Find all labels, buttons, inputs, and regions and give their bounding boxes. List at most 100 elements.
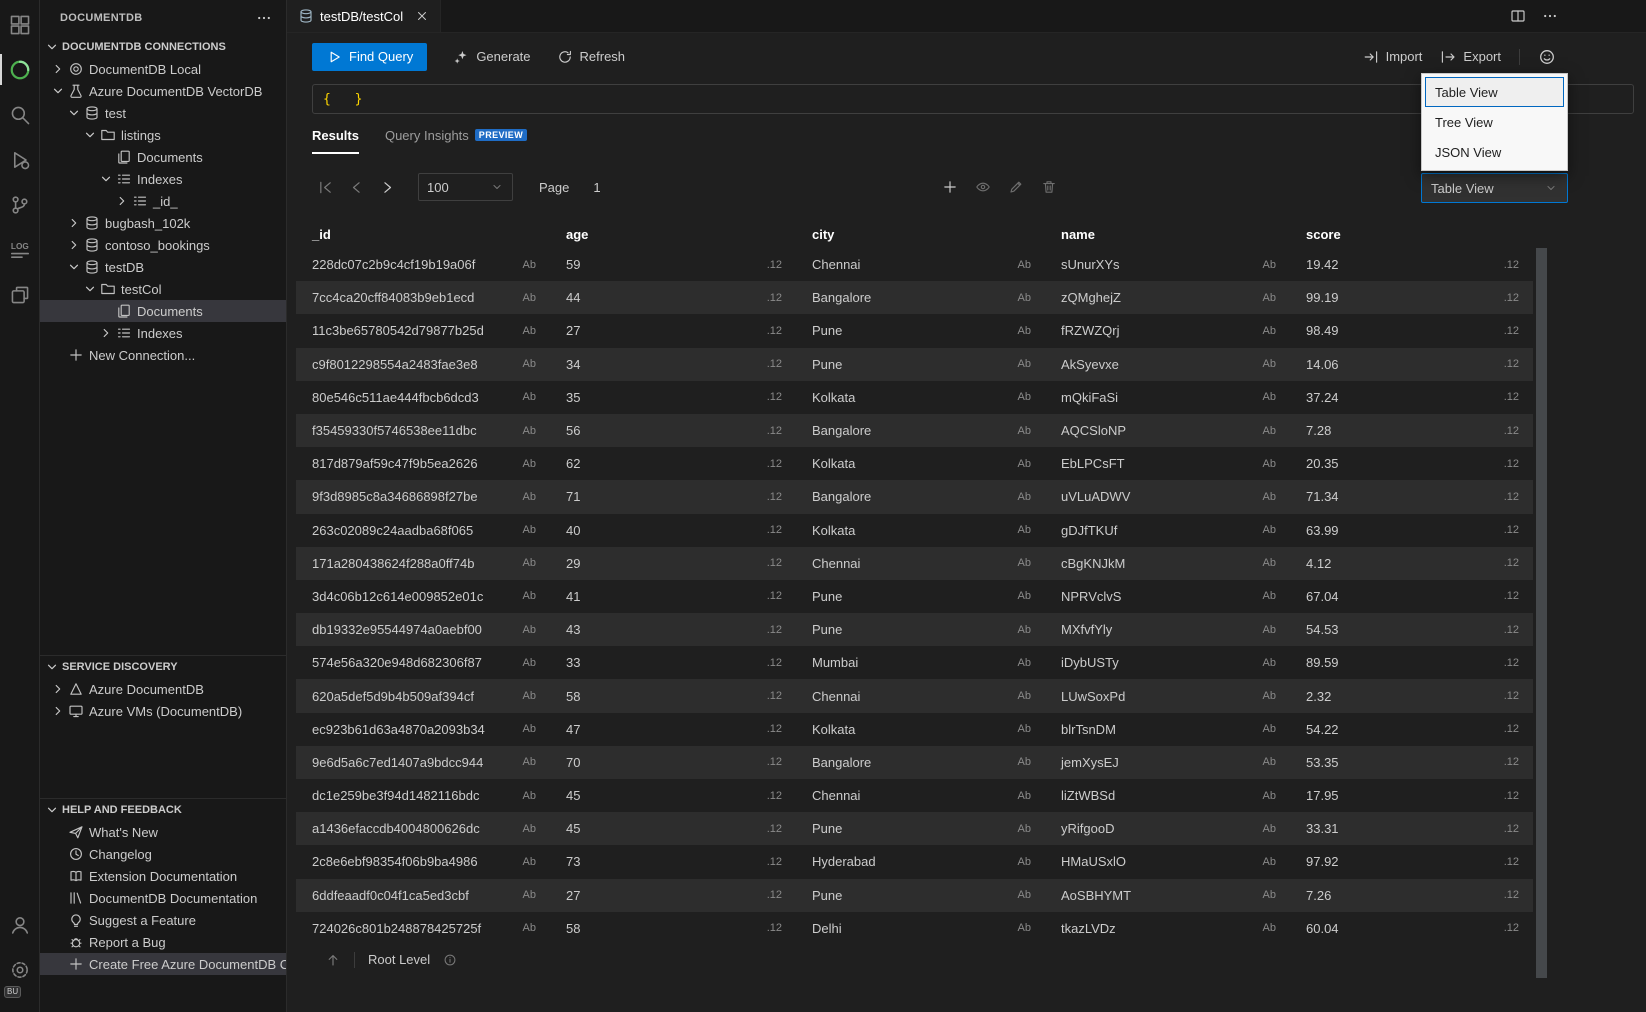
- section-header-help-and-feedback[interactable]: HELP AND FEEDBACK: [40, 799, 286, 821]
- cell-age[interactable]: 29.12: [550, 556, 796, 571]
- tree-item-test[interactable]: test: [40, 102, 286, 124]
- cell-city[interactable]: PuneAb: [796, 821, 1045, 836]
- page-size-select[interactable]: 100: [418, 173, 513, 201]
- cell-city[interactable]: MumbaiAb: [796, 655, 1045, 670]
- cell-name[interactable]: EbLPCsFTAb: [1045, 456, 1290, 471]
- cell-name[interactable]: gDJfTKUfAb: [1045, 523, 1290, 538]
- cell-name[interactable]: LUwSoxPdAb: [1045, 689, 1290, 704]
- view-select[interactable]: Table View: [1421, 173, 1568, 203]
- cell-age[interactable]: 35.12: [550, 390, 796, 405]
- tree-item-documentdb-documentation[interactable]: DocumentDB Documentation: [40, 887, 286, 909]
- cell-id[interactable]: 817d879af59c47f9b5ea2626Ab: [296, 456, 550, 471]
- tree-item-indexes[interactable]: Indexes: [40, 168, 286, 190]
- menu-item-json-view[interactable]: JSON View: [1425, 137, 1564, 167]
- cell-name[interactable]: tkazLVDzAb: [1045, 921, 1290, 936]
- find-query-button[interactable]: Find Query: [312, 43, 427, 71]
- cell-city[interactable]: DelhiAb: [796, 921, 1045, 936]
- cell-id[interactable]: 6ddfeaadf0c04f1ca5ed3cbfAb: [296, 888, 550, 903]
- cell-city[interactable]: ChennaiAb: [796, 788, 1045, 803]
- cell-score[interactable]: 4.12.12: [1290, 556, 1533, 571]
- table-row[interactable]: a1436efaccdb4004800626dcAb45.12PuneAbyRi…: [296, 812, 1533, 845]
- tree-item-suggest-a-feature[interactable]: Suggest a Feature: [40, 909, 286, 931]
- first-page-icon[interactable]: [317, 179, 334, 196]
- cell-id[interactable]: 2c8e6ebf98354f06b9ba4986Ab: [296, 854, 550, 869]
- cell-score[interactable]: 7.28.12: [1290, 423, 1533, 438]
- documentdb-view-item[interactable]: [0, 47, 40, 92]
- cell-name[interactable]: yRifgooDAb: [1045, 821, 1290, 836]
- cell-city[interactable]: KolkataAb: [796, 523, 1045, 538]
- cell-score[interactable]: 60.04.12: [1290, 921, 1533, 936]
- table-row[interactable]: 6ddfeaadf0c04f1ca5ed3cbfAb27.12PuneAbAoS…: [296, 879, 1533, 912]
- cell-name[interactable]: AkSyevxeAb: [1045, 357, 1290, 372]
- tab-query-insights[interactable]: Query Insights PREVIEW: [385, 118, 527, 154]
- cell-score[interactable]: 33.31.12: [1290, 821, 1533, 836]
- tree-item-indexes[interactable]: Indexes: [40, 322, 286, 344]
- cell-age[interactable]: 62.12: [550, 456, 796, 471]
- cell-id[interactable]: dc1e259be3f94d1482116bdcAb: [296, 788, 550, 803]
- cell-city[interactable]: KolkataAb: [796, 456, 1045, 471]
- tree-item-new-connection[interactable]: New Connection...: [40, 344, 286, 366]
- table-row[interactable]: dc1e259be3f94d1482116bdcAb45.12ChennaiAb…: [296, 779, 1533, 812]
- cell-score[interactable]: 7.26.12: [1290, 888, 1533, 903]
- table-row[interactable]: 817d879af59c47f9b5ea2626Ab62.12KolkataAb…: [296, 447, 1533, 480]
- tree-item-contoso-bookings[interactable]: contoso_bookings: [40, 234, 286, 256]
- cell-city[interactable]: ChennaiAb: [796, 556, 1045, 571]
- tree-item-testcol[interactable]: testCol: [40, 278, 286, 300]
- cell-age[interactable]: 45.12: [550, 821, 796, 836]
- split-editor-icon[interactable]: [1510, 8, 1526, 24]
- cell-age[interactable]: 34.12: [550, 357, 796, 372]
- cell-name[interactable]: HMaUSxlOAb: [1045, 854, 1290, 869]
- cell-name[interactable]: AQCSloNPAb: [1045, 423, 1290, 438]
- cell-name[interactable]: zQMghejZAb: [1045, 290, 1290, 305]
- more-actions-icon[interactable]: [256, 10, 272, 26]
- cell-city[interactable]: KolkataAb: [796, 390, 1045, 405]
- cell-id[interactable]: 80e546c511ae444fbcb6dcd3Ab: [296, 390, 550, 405]
- cell-city[interactable]: BangaloreAb: [796, 423, 1045, 438]
- table-row[interactable]: 263c02089c24aadba68f065Ab40.12KolkataAbg…: [296, 514, 1533, 547]
- cell-name[interactable]: iDybUSTyAb: [1045, 655, 1290, 670]
- table-row[interactable]: 620a5def5d9b4b509af394cfAb58.12ChennaiAb…: [296, 679, 1533, 712]
- cell-id[interactable]: 228dc07c2b9c4cf19b19a06fAb: [296, 257, 550, 272]
- cell-age[interactable]: 47.12: [550, 722, 796, 737]
- cell-id[interactable]: ec923b61d63a4870a2093b34Ab: [296, 722, 550, 737]
- cell-id[interactable]: a1436efaccdb4004800626dcAb: [296, 821, 550, 836]
- cell-id[interactable]: 263c02089c24aadba68f065Ab: [296, 523, 550, 538]
- cell-id[interactable]: 9f3d8985c8a34686898f27beAb: [296, 489, 550, 504]
- cell-name[interactable]: cBgKNJkMAb: [1045, 556, 1290, 571]
- tab-testdb-testcol[interactable]: testDB/testCol: [287, 0, 441, 32]
- up-level-icon[interactable]: [325, 952, 341, 968]
- table-row[interactable]: db19332e95544974a0aebf00Ab43.12PuneAbMXf…: [296, 613, 1533, 646]
- close-icon[interactable]: [415, 9, 429, 23]
- cell-age[interactable]: 59.12: [550, 257, 796, 272]
- cell-city[interactable]: BangaloreAb: [796, 290, 1045, 305]
- cell-score[interactable]: 54.53.12: [1290, 622, 1533, 637]
- source-control-view-item[interactable]: [0, 182, 40, 227]
- section-header-documentdb-connections[interactable]: DOCUMENTDB CONNECTIONS: [40, 36, 286, 58]
- search-view-item[interactable]: [0, 92, 40, 137]
- cell-age[interactable]: 33.12: [550, 655, 796, 670]
- cell-city[interactable]: ChennaiAb: [796, 257, 1045, 272]
- import-button[interactable]: Import: [1363, 49, 1423, 65]
- view-document-icon[interactable]: [975, 179, 991, 195]
- tree-item-create-free-azure-documentdb-cl[interactable]: Create Free Azure DocumentDB Cl...: [40, 953, 286, 975]
- cell-city[interactable]: PuneAb: [796, 888, 1045, 903]
- tree-item-azure-documentdb-vectordb[interactable]: Azure DocumentDB VectorDB: [40, 80, 286, 102]
- cell-age[interactable]: 58.12: [550, 689, 796, 704]
- cell-age[interactable]: 70.12: [550, 755, 796, 770]
- cell-age[interactable]: 43.12: [550, 622, 796, 637]
- cell-score[interactable]: 54.22.12: [1290, 722, 1533, 737]
- table-row[interactable]: 11c3be65780542d79877b25dAb27.12PuneAbfRZ…: [296, 314, 1533, 347]
- cell-score[interactable]: 63.99.12: [1290, 523, 1533, 538]
- cell-score[interactable]: 20.35.12: [1290, 456, 1533, 471]
- cell-name[interactable]: NPRVclvSAb: [1045, 589, 1290, 604]
- cell-name[interactable]: MXfvfYlyAb: [1045, 622, 1290, 637]
- menu-item-table-view[interactable]: Table View: [1425, 77, 1564, 107]
- cell-city[interactable]: BangaloreAb: [796, 755, 1045, 770]
- table-row[interactable]: 9f3d8985c8a34686898f27beAb71.12Bangalore…: [296, 480, 1533, 513]
- table-row[interactable]: 2c8e6ebf98354f06b9ba4986Ab73.12Hyderabad…: [296, 845, 1533, 878]
- column-header-score[interactable]: score: [1306, 227, 1341, 242]
- cell-id[interactable]: f35459330f5746538ee11dbcAb: [296, 423, 550, 438]
- cell-id[interactable]: 7cc4ca20cff84083b9eb1ecdAb: [296, 290, 550, 305]
- cell-score[interactable]: 2.32.12: [1290, 689, 1533, 704]
- cell-id[interactable]: 620a5def5d9b4b509af394cfAb: [296, 689, 550, 704]
